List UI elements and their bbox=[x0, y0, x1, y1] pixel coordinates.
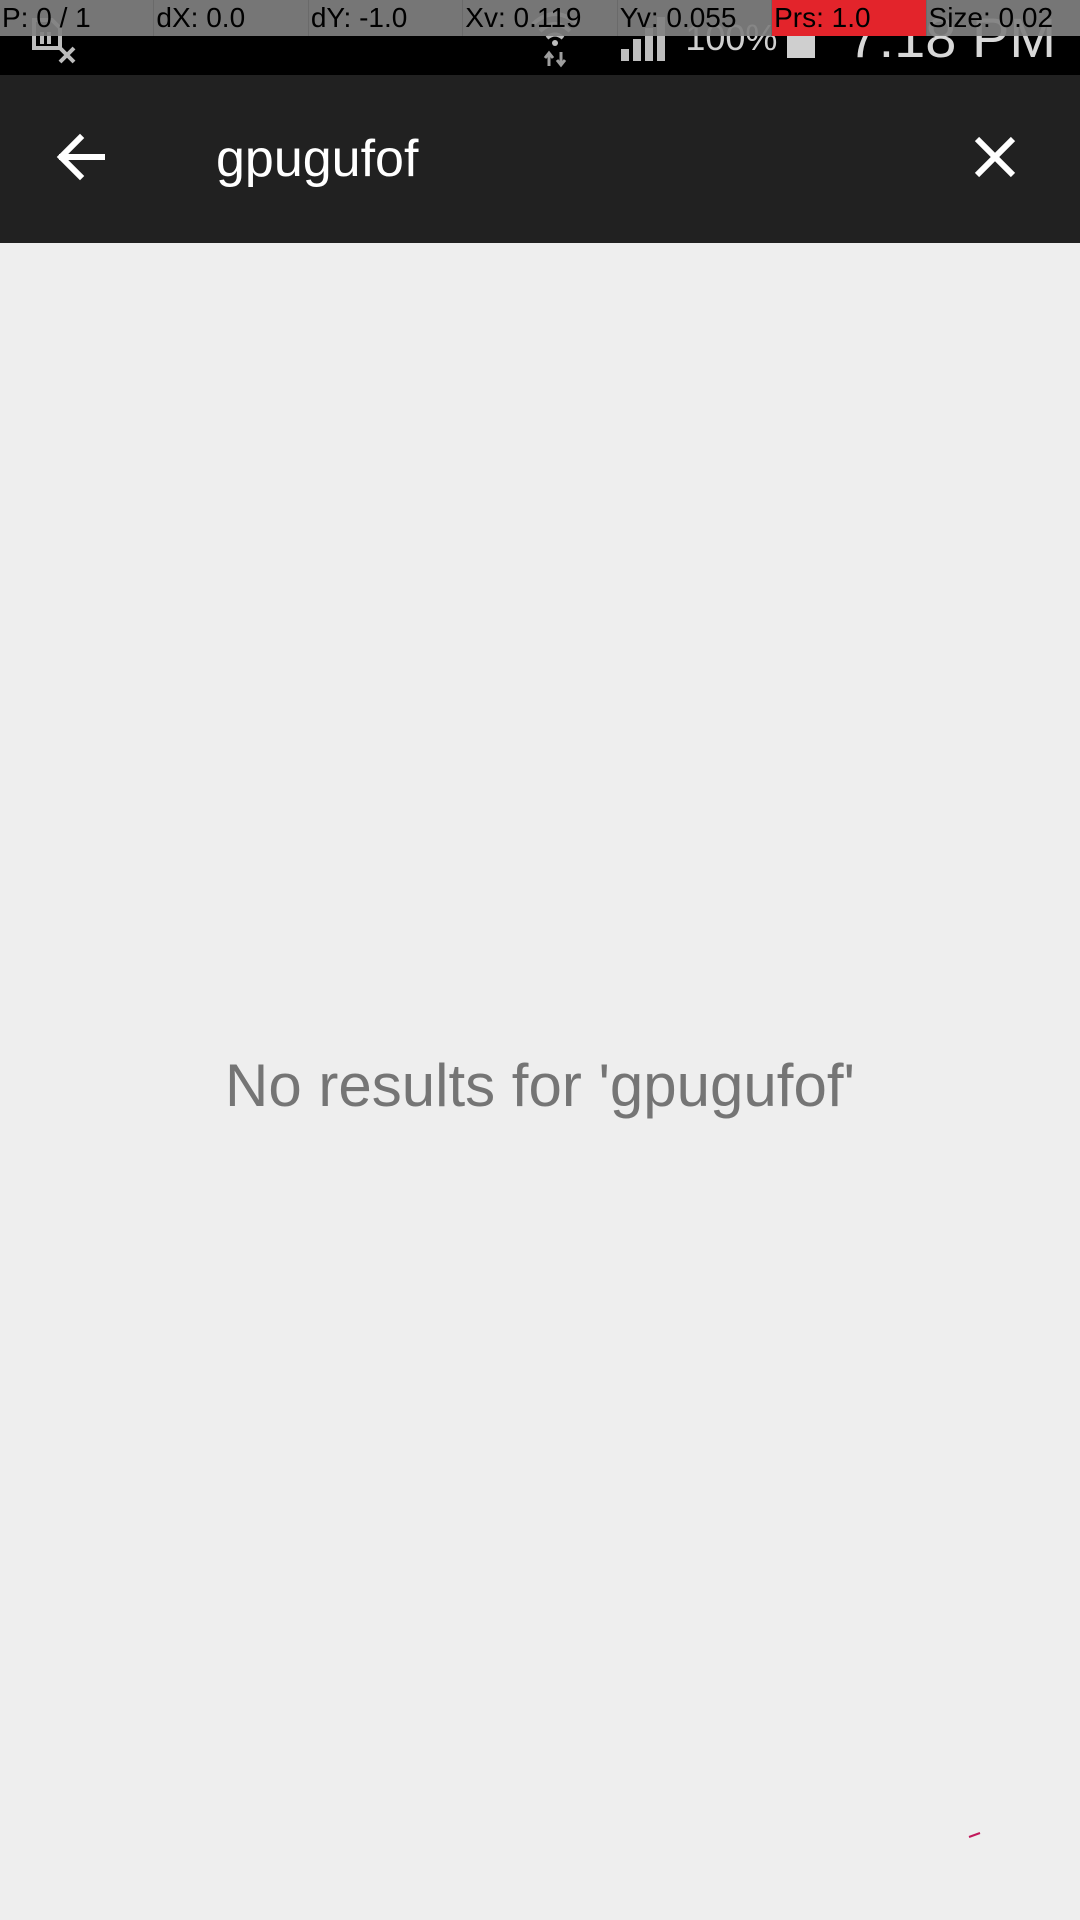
results-area: No results for 'gpugufof' bbox=[0, 243, 1080, 1920]
arrow-back-icon bbox=[52, 129, 108, 190]
pointer-debug-overlay: P: 0 / 1 dX: 0.0 dY: -1.0 Xv: 0.119 Yv: … bbox=[0, 0, 1080, 36]
debug-pressure: Prs: 1.0 bbox=[772, 0, 927, 36]
app-screen: 100% 7:18 PM P: 0 / 1 dX: 0.0 dY: -1.0 X… bbox=[0, 0, 1080, 1920]
search-input[interactable] bbox=[216, 127, 916, 191]
debug-dy: dY: -1.0 bbox=[308, 0, 464, 36]
debug-y-velocity: Yv: 0.055 bbox=[617, 0, 773, 36]
debug-size: Size: 0.02 bbox=[926, 0, 1080, 36]
close-icon bbox=[971, 133, 1019, 186]
debug-pointer-count: P: 0 / 1 bbox=[0, 0, 155, 36]
debug-dx: dX: 0.0 bbox=[154, 0, 309, 36]
touch-trace-mark bbox=[968, 1826, 982, 1838]
back-button[interactable] bbox=[40, 119, 120, 199]
search-toolbar bbox=[0, 75, 1080, 243]
clear-search-button[interactable] bbox=[955, 119, 1035, 199]
debug-x-velocity: Xv: 0.119 bbox=[463, 0, 618, 36]
no-results-message: No results for 'gpugufof' bbox=[225, 1052, 855, 1119]
